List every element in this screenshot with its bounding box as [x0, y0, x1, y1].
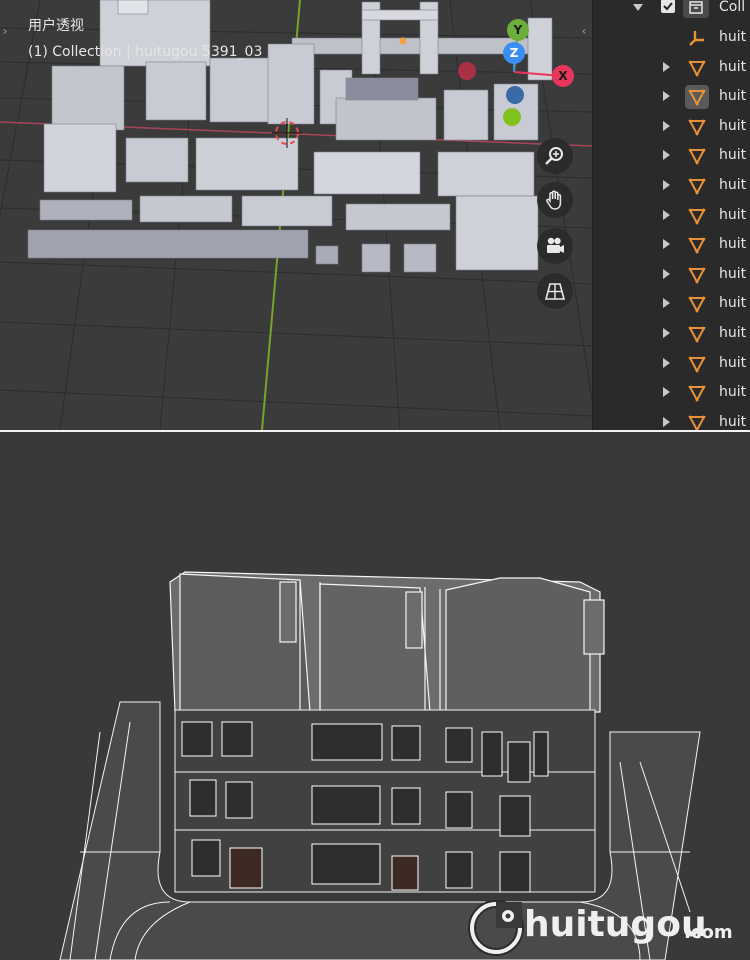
expand-right-icon[interactable]: [663, 91, 670, 102]
expand-down-icon[interactable]: [633, 4, 643, 11]
outliner-collection-row[interactable]: Coll: [593, 0, 750, 23]
collection-checkbox[interactable]: [661, 0, 675, 13]
mesh-triangle-icon: [687, 324, 707, 344]
mesh-triangle-icon: [687, 176, 707, 196]
outliner-item[interactable]: huit: [593, 261, 750, 290]
outliner-item[interactable]: huit: [593, 54, 750, 83]
ortho-toggle-button[interactable]: [537, 273, 573, 309]
expand-right-icon[interactable]: [663, 239, 670, 250]
gizmo-neg-z-axis[interactable]: [506, 86, 524, 104]
gizmo-neg-x-axis[interactable]: [458, 62, 476, 80]
outliner-item[interactable]: huit: [593, 24, 750, 53]
outliner-item-label: huit: [719, 413, 747, 430]
zoom-button[interactable]: [537, 138, 573, 174]
mesh-triangle-icon: [687, 354, 707, 374]
outliner-item[interactable]: huit: [593, 379, 750, 408]
gizmo-neg-y-axis[interactable]: [503, 108, 521, 126]
app-root: › ‹ 用户透视 (1) Collection | huitugou 5391_…: [0, 0, 750, 960]
mesh-triangle-icon: [687, 206, 707, 226]
wireframe-render: huitugou .com: [0, 432, 750, 960]
watermark-suffix: .com: [684, 922, 733, 943]
empty-axes-icon: [687, 28, 707, 48]
collection-box-icon: [683, 0, 709, 18]
mesh-triangle-icon: [685, 85, 709, 110]
outliner-item[interactable]: huit: [593, 290, 750, 319]
expand-right-icon[interactable]: [663, 298, 670, 309]
camera-icon: [547, 237, 564, 253]
outliner-item-label: huit: [719, 29, 747, 45]
outliner-item-label: huit: [719, 265, 747, 282]
expand-right-icon[interactable]: [663, 180, 670, 190]
outliner-item-label: huit: [719, 325, 747, 341]
outliner-panel: Coll huit huit huit huit huit huit huit huit hui…: [592, 0, 750, 462]
outliner-item-label: huit: [719, 58, 747, 75]
blender-window: › ‹ 用户透视 (1) Collection | huitugou 5391_…: [0, 0, 750, 462]
gizmo-x-axis[interactable]: X: [552, 65, 574, 87]
outliner-item[interactable]: huit: [593, 172, 750, 201]
outliner-item[interactable]: huit: [593, 202, 750, 231]
camera-view-button[interactable]: [537, 228, 573, 264]
mesh-triangle-icon: [687, 235, 707, 255]
outliner-item[interactable]: huit: [593, 142, 750, 171]
expand-right-icon[interactable]: [663, 120, 670, 131]
expand-right-icon[interactable]: [663, 387, 670, 398]
outliner-item-label: huit: [719, 117, 747, 134]
expand-right-icon[interactable]: [663, 268, 670, 279]
wireframe-building: [59, 571, 701, 960]
outliner-item[interactable]: huit: [593, 320, 750, 349]
expand-right-icon[interactable]: [663, 357, 670, 368]
expand-right-icon[interactable]: [663, 209, 670, 220]
outliner-item[interactable]: huit: [593, 231, 750, 260]
mesh-triangle-icon: [687, 265, 707, 285]
outliner-item-label: huit: [719, 384, 747, 401]
grid-ortho-icon: [544, 283, 566, 300]
mesh-triangle-icon: [687, 294, 707, 314]
mesh-triangle-icon: [687, 383, 707, 403]
hand-pan-icon: [546, 190, 562, 210]
outliner-item-label: huit: [719, 88, 747, 105]
expand-right-icon[interactable]: [663, 416, 670, 427]
outliner-item-label: huit: [719, 236, 747, 253]
outliner-item-label: huit: [719, 177, 747, 193]
outliner-item[interactable]: huit: [593, 113, 750, 142]
outliner-item[interactable]: huit: [593, 350, 750, 379]
zoom-icon: [545, 147, 563, 165]
outliner-item-label: huit: [719, 354, 747, 371]
expand-right-icon[interactable]: [663, 61, 670, 72]
mesh-triangle-icon: [687, 117, 707, 137]
collection-label: Coll: [719, 0, 746, 15]
expand-right-icon[interactable]: [663, 150, 670, 161]
outliner-item-label: huit: [719, 295, 747, 312]
mesh-triangle-icon: [687, 146, 707, 166]
gizmo-lines: [513, 29, 563, 77]
expand-right-icon[interactable]: [663, 328, 670, 338]
gizmo-y-axis[interactable]: Y: [507, 19, 529, 41]
outliner-item-label: huit: [719, 147, 747, 164]
gizmo-z-axis[interactable]: Z: [503, 42, 525, 64]
mesh-triangle-icon: [687, 58, 707, 78]
3d-viewport[interactable]: › ‹ 用户透视 (1) Collection | huitugou 5391_…: [0, 0, 592, 430]
outliner-item-label: huit: [719, 206, 747, 223]
watermark-brand: huitugou: [524, 904, 707, 945]
checkmark-icon: [663, 2, 673, 11]
outliner-item[interactable]: huit: [593, 83, 750, 112]
pan-button[interactable]: [537, 182, 573, 218]
